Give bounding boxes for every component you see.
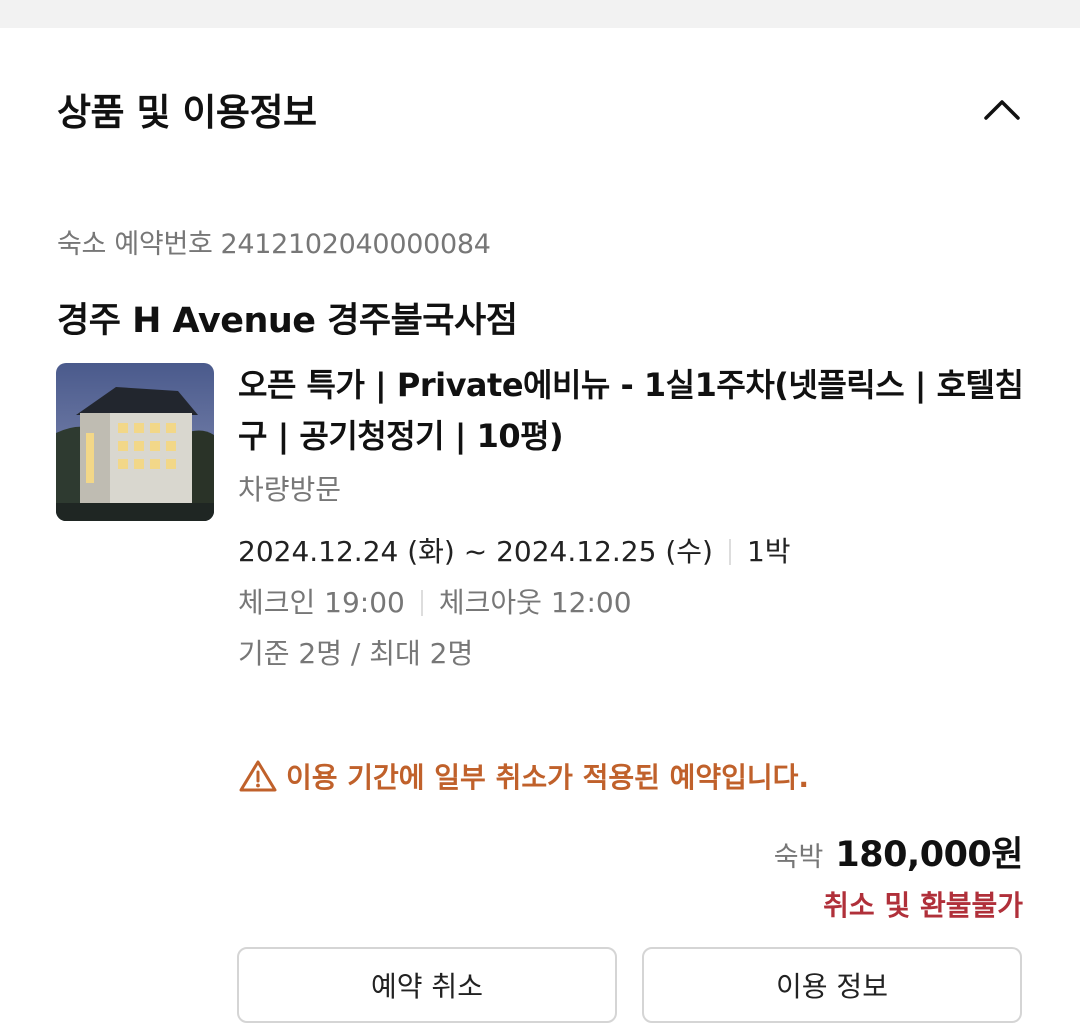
divider xyxy=(728,539,731,565)
cancel-reservation-button[interactable]: 예약 취소 xyxy=(237,947,617,1023)
checkout-date: 2024.12.25 (수) xyxy=(496,535,713,568)
checkout-time: 체크아웃 12:00 xyxy=(438,586,632,619)
price-label: 숙박 xyxy=(773,842,824,873)
reservation-number: 2412102040000084 xyxy=(220,229,491,260)
check-times: 체크인 19:00 체크아웃 12:00 xyxy=(238,581,632,621)
stay-dates: 2024.12.24 (화) ~ 2024.12.25 (수) 1박 xyxy=(238,530,791,570)
partial-cancel-warning: 이용 기간에 일부 취소가 적용된 예약입니다. xyxy=(238,756,809,796)
nights: 1박 xyxy=(746,535,791,568)
checkin-date: 2024.12.24 (화) xyxy=(238,535,455,568)
checkin-time: 체크인 19:00 xyxy=(238,586,405,619)
room-thumbnail[interactable] xyxy=(56,363,214,521)
section-title: 상품 및 이용정보 xyxy=(57,91,317,134)
hotel-name[interactable]: 경주 H Avenue 경주불국사점 xyxy=(57,292,518,343)
reservation-number-row: 숙소 예약번호 2412102040000084 xyxy=(57,222,491,261)
refund-policy: 취소 및 환불불가 xyxy=(823,889,1023,922)
visit-type: 차량방문 xyxy=(238,473,342,506)
chevron-up-icon xyxy=(984,100,1020,120)
collapse-button[interactable] xyxy=(978,88,1026,128)
price-value: 180,000원 xyxy=(835,835,1023,875)
reservation-number-label: 숙소 예약번호 xyxy=(57,229,213,260)
date-separator: ~ xyxy=(463,535,488,568)
top-divider-band xyxy=(0,0,1080,28)
warning-text: 이용 기간에 일부 취소가 적용된 예약입니다. xyxy=(286,761,810,794)
price-row: 숙박 180,000원 xyxy=(773,826,1024,877)
warning-triangle-icon xyxy=(239,760,277,792)
divider xyxy=(420,590,423,616)
room-name: 오픈 특가 | Private에비뉴 - 1실1주차(넷플릭스 | 호텔침구 |… xyxy=(238,366,1024,455)
capacity: 기준 2명 / 최대 2명 xyxy=(238,637,474,670)
usage-info-button[interactable]: 이용 정보 xyxy=(642,947,1022,1023)
